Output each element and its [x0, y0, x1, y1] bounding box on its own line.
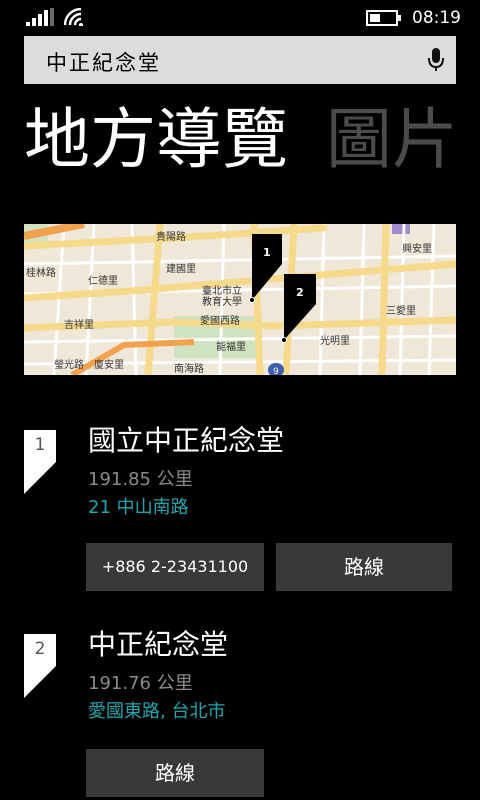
clock: 08:19 [412, 8, 461, 28]
microphone-icon[interactable] [428, 48, 444, 72]
route-button[interactable]: 路線 [276, 543, 452, 591]
call-button[interactable]: +886 2-23431100 [86, 543, 264, 591]
battery-icon [366, 10, 401, 26]
map-label: 興安里 [402, 242, 432, 255]
pivot-header: 地方導覽 圖片 [24, 100, 458, 180]
map-label: 教育大學 [202, 295, 242, 308]
map-label: 桂林路 [26, 266, 56, 279]
place-distance: 191.85 公里 [88, 469, 193, 490]
search-input[interactable]: 中正紀念堂 [24, 36, 456, 84]
result-index: 2 [34, 639, 46, 659]
map-label: 廈安里 [94, 358, 124, 371]
pivot-tab-images[interactable]: 圖片 [326, 100, 458, 180]
signal-icon [26, 8, 54, 26]
status-bar: 08:19 [0, 0, 480, 34]
map-label: 臺北市立 [202, 284, 242, 297]
map-pin-label: 2 [296, 286, 304, 299]
map-label: 光明里 [320, 334, 350, 347]
map-label: 三愛里 [386, 304, 416, 317]
route-button[interactable]: 路線 [86, 749, 264, 797]
map-label: 仁德里 [88, 274, 118, 287]
map-pin-label: 1 [263, 246, 271, 259]
pivot-tab-places[interactable]: 地方導覽 [24, 100, 288, 180]
place-name[interactable]: 國立中正紀念堂 [88, 424, 284, 458]
search-query: 中正紀念堂 [46, 51, 161, 75]
place-address[interactable]: 愛國東路, 台北市 [88, 697, 225, 723]
result-index: 1 [34, 435, 46, 455]
place-name[interactable]: 中正紀念堂 [88, 628, 228, 662]
place-distance: 191.76 公里 [88, 673, 193, 694]
place-address[interactable]: 21 中山南路 [88, 493, 189, 519]
map-label: 能福里 [216, 340, 246, 353]
map-label: 吉祥里 [64, 318, 94, 331]
wifi-icon [64, 8, 83, 26]
map-label: 建國里 [166, 262, 196, 275]
map-label: 貴陽路 [156, 230, 186, 243]
map-label: 愛國西路 [200, 314, 240, 327]
map-preview[interactable]: 桂林路 仁德里 建國里 貴陽路 臺北市立 教育大學 愛國西路 能福里 廈安里 瑩… [24, 224, 456, 375]
map-label: 瑩光路 [54, 358, 84, 371]
route-shield-label: 9 [273, 367, 279, 375]
map-label: 南海路 [174, 362, 204, 375]
